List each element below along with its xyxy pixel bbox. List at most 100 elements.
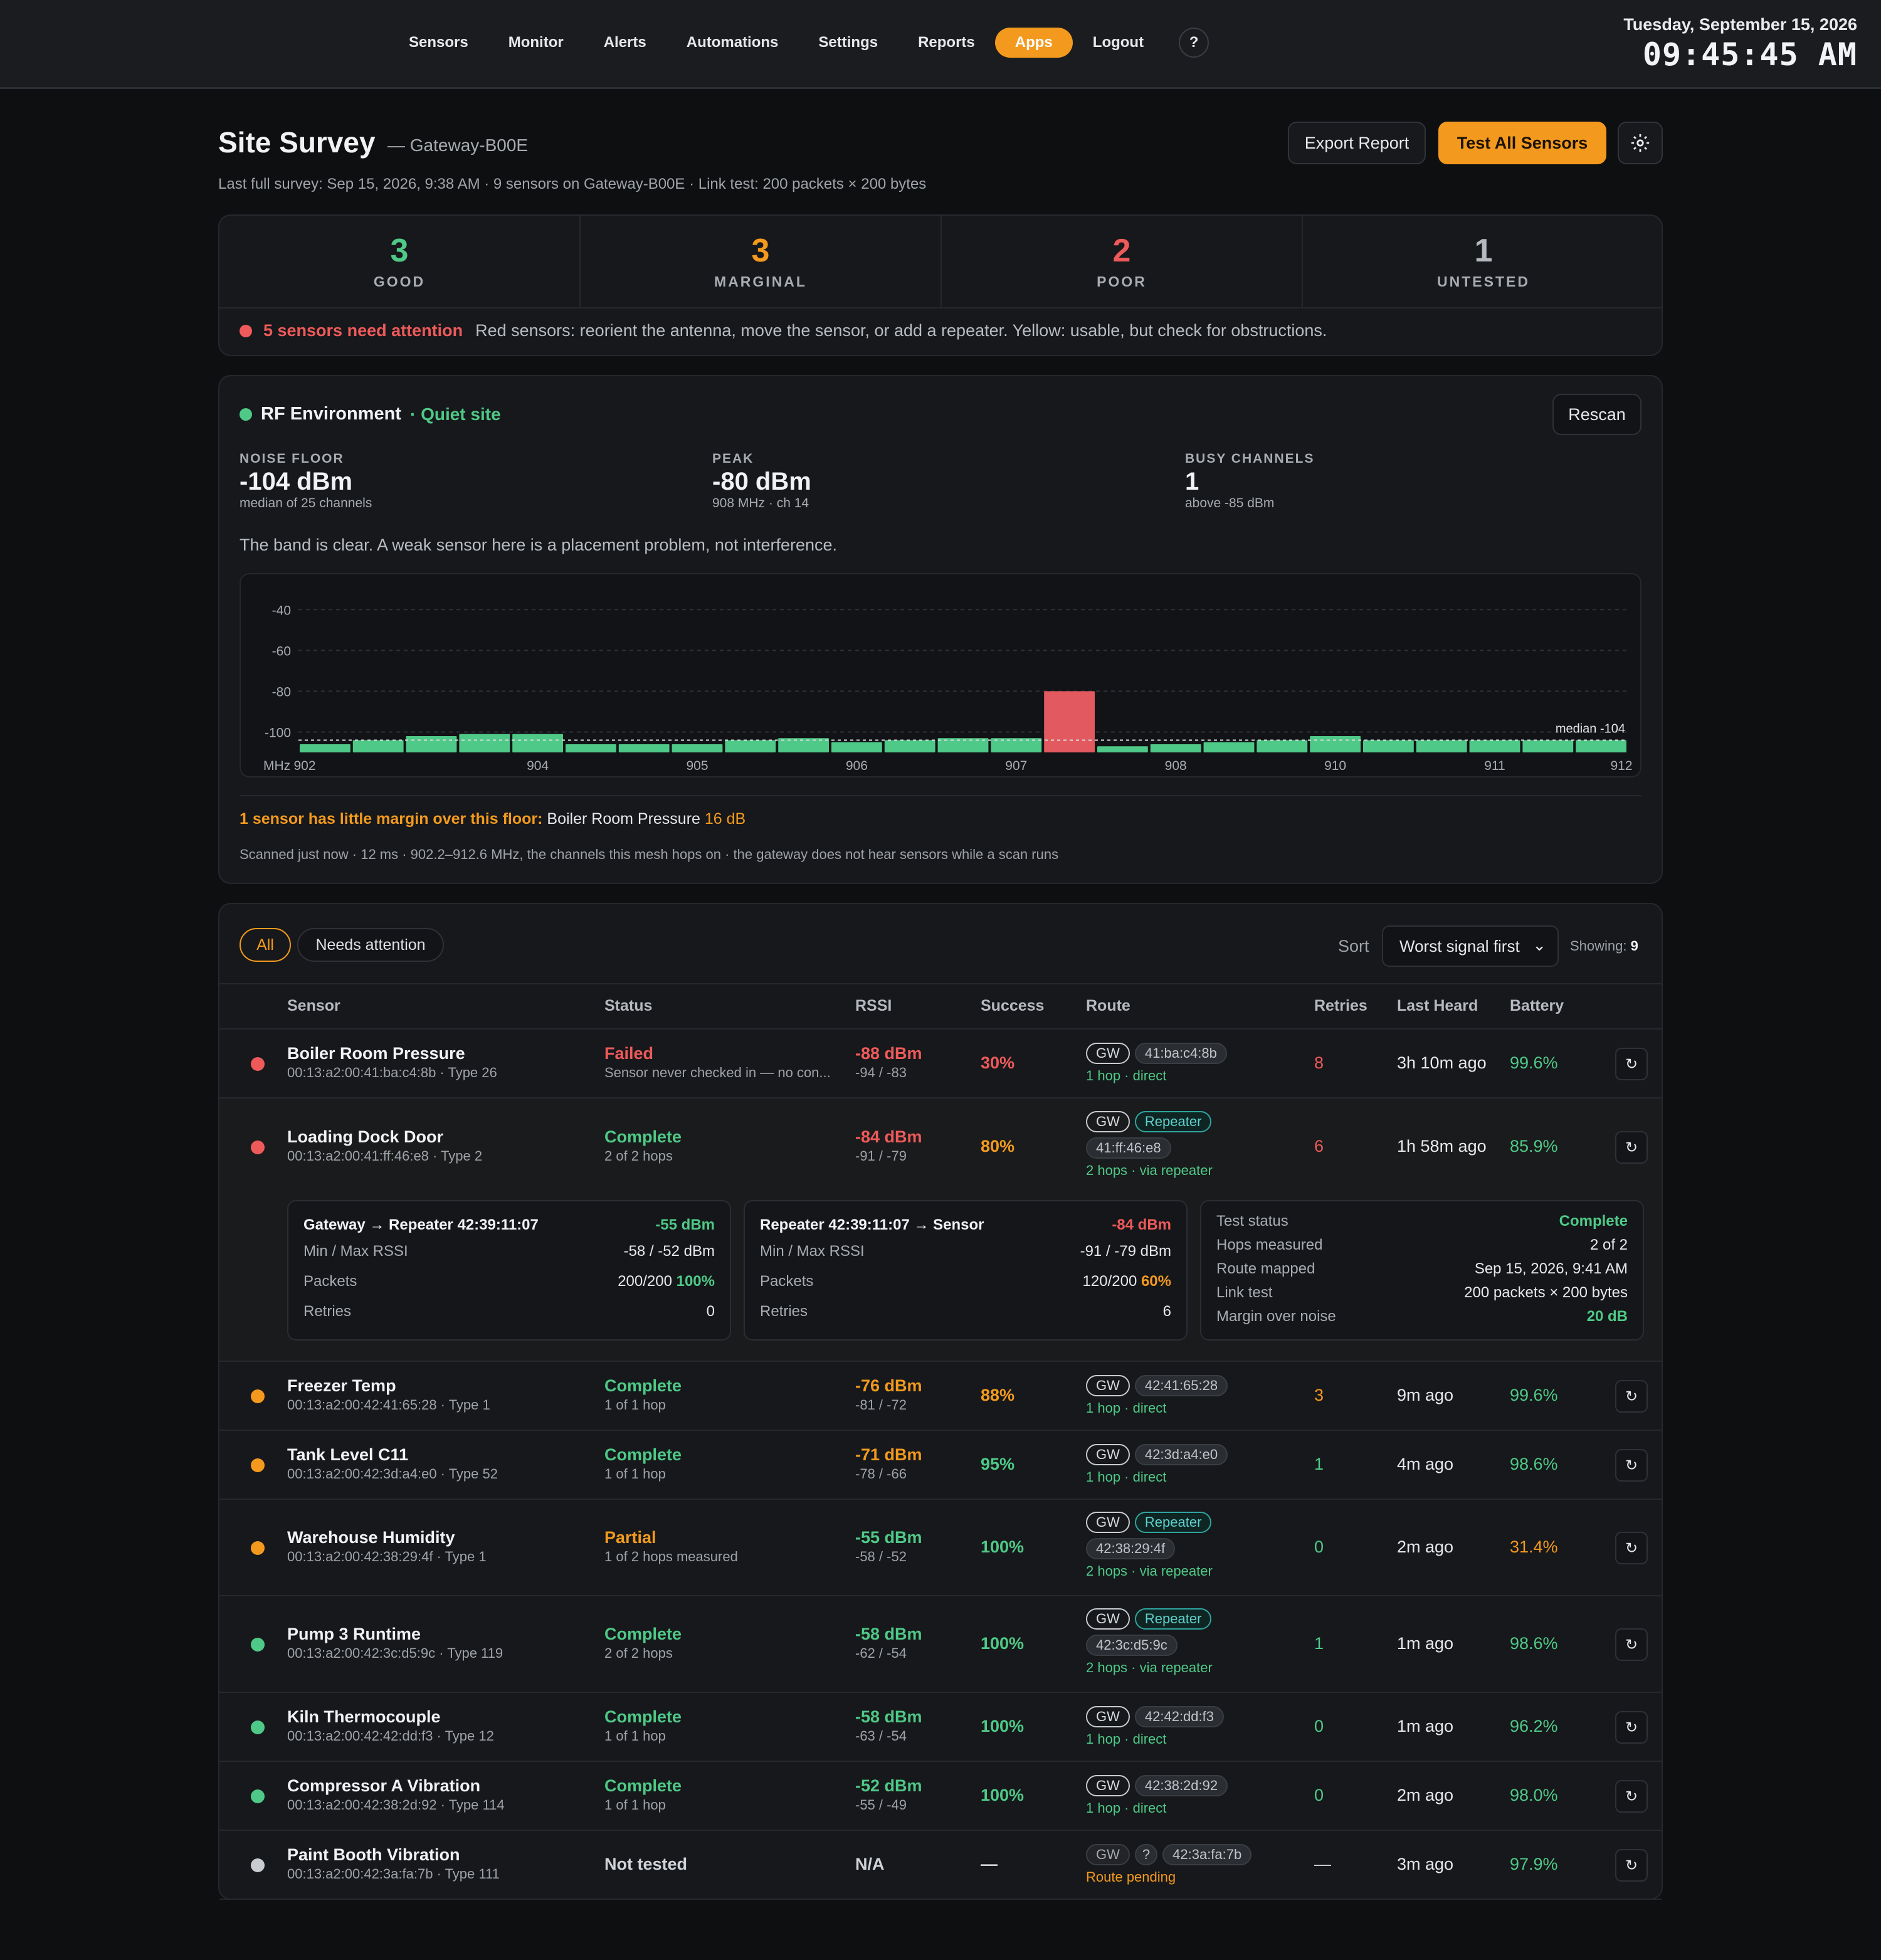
y-tick-label: -100: [265, 725, 291, 740]
last-heard-value: 9m ago: [1397, 1386, 1454, 1404]
retest-button[interactable]: ↻: [1615, 1711, 1648, 1744]
sensor-name[interactable]: Compressor A Vibration: [287, 1776, 505, 1796]
rf-title: RF Environment: [261, 404, 401, 424]
help-button[interactable]: ?: [1179, 28, 1209, 58]
sensor-id: 00:13:a2:00:42:42:dd:f3 · Type 12: [287, 1728, 494, 1744]
table-row[interactable]: Pump 3 Runtime 00:13:a2:00:42:3c:d5:9c · …: [219, 1596, 1662, 1693]
hop1-title-value: -55 dBm: [655, 1216, 715, 1233]
nav-monitor[interactable]: Monitor: [488, 28, 584, 58]
last-heard-value: 3h 10m ago: [1397, 1053, 1487, 1072]
retest-button[interactable]: ↻: [1615, 1048, 1648, 1080]
success-value: 100%: [981, 1634, 1025, 1653]
sensor-name[interactable]: Boiler Room Pressure: [287, 1044, 497, 1063]
retries-value: 1: [1314, 1634, 1324, 1653]
test-all-sensors-button[interactable]: Test All Sensors: [1438, 122, 1606, 164]
summary-good: 3 GOOD: [219, 216, 581, 307]
repeater-tag: Repeater: [1134, 1608, 1212, 1630]
route-cell: GW Repeater 42:38:29:4f 2 hops · via repeat…: [1086, 1512, 1216, 1579]
table-row[interactable]: Kiln Thermocouple 00:13:a2:00:42:42:dd:f3…: [219, 1693, 1662, 1762]
col-success[interactable]: Success: [981, 997, 1044, 1015]
retest-button[interactable]: ↻: [1615, 1131, 1648, 1164]
table-row[interactable]: Compressor A Vibration 00:13:a2:00:42:38:…: [219, 1762, 1662, 1831]
rssi-value: -84 dBm: [855, 1127, 922, 1146]
status-sub: 1 of 1 hop: [604, 1397, 666, 1413]
table-header: Sensor Status RSSI Success Route Retries…: [219, 983, 1662, 1030]
table-row[interactable]: Freezer Temp 00:13:a2:00:42:41:65:28 · Ty…: [219, 1362, 1662, 1431]
peak-value: -80 dBm: [712, 468, 811, 495]
info-margin: Margin over noise 20 dB: [1216, 1308, 1628, 1325]
col-battery[interactable]: Battery: [1510, 997, 1564, 1015]
rescan-button[interactable]: Rescan: [1552, 394, 1641, 435]
retest-button[interactable]: ↻: [1615, 1532, 1648, 1564]
table-row[interactable]: Tank Level C11 00:13:a2:00:42:3d:a4:e0 · …: [219, 1431, 1662, 1500]
col-last-heard[interactable]: Last Heard: [1397, 997, 1478, 1015]
spectrum-bar: [725, 740, 776, 752]
retest-button[interactable]: ↻: [1615, 1849, 1648, 1882]
filter-needs-attention[interactable]: Needs attention: [297, 928, 444, 962]
col-route[interactable]: Route: [1086, 997, 1130, 1015]
col-status[interactable]: Status: [604, 997, 652, 1015]
nav-reports[interactable]: Reports: [898, 28, 995, 58]
retest-button[interactable]: ↻: [1615, 1780, 1648, 1813]
hop1-detail-card: Gateway → Repeater 42:39:11:07 -55 dBm Min…: [287, 1200, 731, 1341]
battery-value: 98.6%: [1510, 1455, 1558, 1473]
col-retries[interactable]: Retries: [1314, 997, 1367, 1015]
hop2-title-label: Repeater 42:39:11:07 → Sensor: [760, 1216, 984, 1233]
gateway-tag: GW: [1086, 1608, 1130, 1630]
info-margin-value: 20 dB: [1586, 1308, 1628, 1325]
hop1-packets-pct: 100%: [676, 1273, 715, 1290]
sensor-id: 00:13:a2:00:42:3c:d5:9c · Type 119: [287, 1645, 503, 1661]
sensor-name[interactable]: Tank Level C11: [287, 1445, 498, 1465]
sensor-name[interactable]: Loading Dock Door: [287, 1127, 482, 1147]
status-text: Complete: [604, 1707, 682, 1726]
peak-stat: PEAK -80 dBm 908 MHz · ch 14: [712, 451, 811, 511]
battery-value: 98.0%: [1510, 1786, 1558, 1805]
sensor-name[interactable]: Warehouse Humidity: [287, 1528, 487, 1547]
nav-apps[interactable]: Apps: [994, 28, 1073, 58]
route-tags: GW? 42:3a:fa:7b: [1086, 1844, 1257, 1865]
success-value: 30%: [981, 1053, 1015, 1072]
table-row[interactable]: Boiler Room Pressure 00:13:a2:00:41:ba:c4…: [219, 1030, 1662, 1099]
sensor-name[interactable]: Pump 3 Runtime: [287, 1625, 503, 1644]
export-report-button[interactable]: Export Report: [1288, 122, 1426, 164]
table-row[interactable]: Loading Dock Door 00:13:a2:00:41:ff:46:e8…: [219, 1099, 1662, 1362]
hop1-title: Gateway → Repeater 42:39:11:07 -55 dBm: [303, 1216, 715, 1234]
rssi-cell: N/A: [855, 1855, 885, 1874]
retest-button[interactable]: ↻: [1615, 1449, 1648, 1482]
status-cell: Failed Sensor never checked in — no con..…: [604, 1044, 831, 1081]
warn-sensor: Boiler Room Pressure: [547, 810, 700, 828]
filter-all[interactable]: All: [240, 928, 291, 962]
status-text: Partial: [604, 1528, 656, 1547]
col-rssi[interactable]: RSSI: [855, 997, 892, 1015]
hop2-retries: Retries 6: [760, 1303, 1171, 1320]
route-text: 1 hop · direct: [1086, 1068, 1167, 1083]
retries-value: 8: [1314, 1053, 1324, 1072]
table-row[interactable]: Paint Booth Vibration 00:13:a2:00:42:3a:f…: [219, 1831, 1662, 1900]
retest-button[interactable]: ↻: [1615, 1380, 1648, 1413]
refresh-icon: ↻: [1625, 1636, 1638, 1653]
info-status: Test status Complete: [1216, 1213, 1628, 1230]
nav-alerts[interactable]: Alerts: [584, 28, 667, 58]
spectrum-bar: [1310, 735, 1361, 752]
nav-automations[interactable]: Automations: [667, 28, 799, 58]
rssi-range: -94 / -83: [855, 1065, 907, 1080]
sensor-table-card: All Needs attention Sort Worst signal fi…: [218, 903, 1663, 1900]
nav-sensors[interactable]: Sensors: [389, 28, 488, 58]
peak-sub: 908 MHz · ch 14: [712, 496, 809, 510]
nav-settings[interactable]: Settings: [798, 28, 898, 58]
sensor-name[interactable]: Kiln Thermocouple: [287, 1707, 494, 1727]
sensor-name[interactable]: Freezer Temp: [287, 1376, 490, 1396]
sort-select[interactable]: Worst signal first ⌄: [1382, 925, 1559, 967]
gateway-tag: GW: [1086, 1444, 1130, 1465]
mac-tag: 42:38:2d:92: [1134, 1775, 1228, 1796]
nav-logout[interactable]: Logout: [1073, 28, 1164, 58]
showing-label: Showing:: [1570, 938, 1627, 954]
retest-button[interactable]: ↻: [1615, 1628, 1648, 1661]
sensor-cell: Paint Booth Vibration 00:13:a2:00:42:3a:f…: [287, 1845, 500, 1882]
col-sensor[interactable]: Sensor: [287, 997, 340, 1015]
settings-button[interactable]: [1618, 122, 1663, 164]
route-tags-line2: 42:3c:d5:9c: [1086, 1635, 1216, 1656]
sensor-name[interactable]: Paint Booth Vibration: [287, 1845, 500, 1865]
route-text: 2 hops · via repeater: [1086, 1162, 1213, 1178]
table-row[interactable]: Warehouse Humidity 00:13:a2:00:42:38:29:4…: [219, 1500, 1662, 1596]
